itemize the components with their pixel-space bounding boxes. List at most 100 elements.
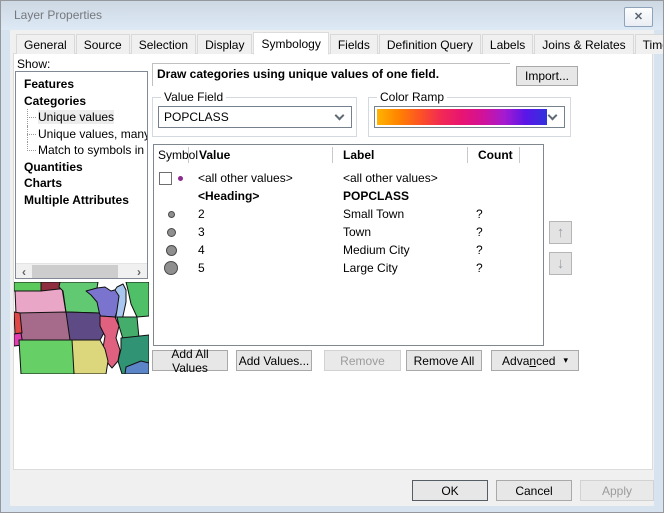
column-header-value[interactable]: Value [188,147,332,163]
map-state [66,312,105,340]
symbol-dot[interactable] [167,228,176,237]
all-other-values-checkbox[interactable] [159,172,172,185]
value-field-combo[interactable]: POPCLASS [158,106,352,128]
label-cell: Medium City [332,243,467,257]
chevron-down-icon [548,110,558,120]
count-cell: ? [467,261,519,275]
tree-item-categories[interactable]: Categories [16,93,147,110]
tab-definition-query[interactable]: Definition Query [379,34,481,54]
advanced-button[interactable]: Advanced ▾ [491,350,579,371]
ok-button[interactable]: OK [412,480,488,501]
titlebar[interactable]: Layer Properties ✕ [1,1,663,30]
close-icon: ✕ [634,12,643,23]
scroll-left-icon[interactable]: ‹ [16,264,32,279]
label-cell: Small Town [332,207,467,221]
show-label: Show: [17,57,50,71]
table-row[interactable]: 4 Medium City ? [154,241,543,259]
symbology-method-list: Features Categories Unique values Unique… [15,71,148,279]
tab-labels[interactable]: Labels [482,34,533,54]
tree-item-charts[interactable]: Charts [16,175,147,192]
map-state [14,282,42,291]
scroll-right-icon[interactable]: › [131,264,147,279]
tab-source[interactable]: Source [76,34,130,54]
column-header-spacer [519,147,543,163]
tree-item-quantities[interactable]: Quantities [16,159,147,176]
remove-all-button[interactable]: Remove All [406,350,482,371]
label-cell: Large City [332,261,467,275]
value-cell: 3 [188,225,332,239]
move-up-button[interactable]: ↑ [549,221,572,244]
map-state [117,317,139,339]
table-row[interactable]: <Heading> POPCLASS [154,187,543,205]
symbol-dot[interactable] [164,261,178,275]
add-values-button[interactable]: Add Values... [236,350,312,371]
tree-item-unique-values[interactable]: Unique values [16,109,147,126]
value-cell: 2 [188,207,332,221]
chevron-down-icon [335,110,345,120]
table-row[interactable]: 3 Town ? [154,223,543,241]
value-field-label: Value Field [161,90,226,104]
tree-horizontal-scrollbar[interactable]: ‹ › [16,263,147,278]
color-ramp-label: Color Ramp [377,90,447,104]
tab-display[interactable]: Display [197,34,252,54]
all-other-symbol-dot[interactable] [178,176,183,181]
tree-item-match-to-symbols[interactable]: Match to symbols in a [16,142,147,159]
tab-symbology[interactable]: Symbology [253,32,328,55]
advanced-label: Adva [502,354,529,368]
add-all-values-button[interactable]: Add All Values [152,350,228,371]
map-state [15,288,66,314]
show-tree: Features Categories Unique values Unique… [16,72,147,208]
symbol-dot[interactable] [166,245,177,256]
advanced-label: ced [536,354,555,368]
color-ramp-combo[interactable] [374,106,565,128]
column-header-count[interactable]: Count [467,147,519,163]
tab-joins-relates[interactable]: Joins & Relates [534,34,633,54]
tab-general[interactable]: General [16,34,75,54]
map-state [70,340,108,374]
value-cell: <Heading> [188,189,332,203]
tab-strip: General Source Selection Display Symbolo… [16,31,664,54]
cancel-button[interactable]: Cancel [496,480,572,501]
table-body: <all other values> <all other values> <H… [154,165,543,277]
table-row[interactable]: <all other values> <all other values> [154,169,543,187]
column-header-symbol[interactable]: Symbol [154,147,188,163]
close-button[interactable]: ✕ [624,7,653,27]
tab-selection[interactable]: Selection [131,34,196,54]
apply-button[interactable]: Apply [580,480,654,501]
table-row[interactable]: 5 Large City ? [154,259,543,277]
value-cell: 5 [188,261,332,275]
map-state [16,312,71,340]
remove-button[interactable]: Remove [324,350,401,371]
tree-item-unique-values-many[interactable]: Unique values, many [16,126,147,143]
tab-time[interactable]: Time [635,34,664,54]
label-cell: POPCLASS [332,189,467,203]
move-down-button[interactable]: ↓ [549,252,572,275]
map-state [126,282,149,317]
layer-properties-dialog: Layer Properties ✕ General Source Select… [0,0,664,513]
color-ramp-gradient [377,109,547,125]
count-cell: ? [467,243,519,257]
method-description: Draw categories using unique values of o… [157,67,439,81]
map-state [19,340,74,374]
tree-item-multiple-attributes[interactable]: Multiple Attributes [16,192,147,209]
label-cell: Town [332,225,467,239]
column-header-label[interactable]: Label [332,147,467,163]
arrow-up-icon: ↑ [557,225,565,240]
tab-fields[interactable]: Fields [330,34,378,54]
count-cell: ? [467,225,519,239]
value-cell: 4 [188,243,332,257]
tree-item-features[interactable]: Features [16,76,147,93]
import-button[interactable]: Import... [516,66,578,86]
count-cell: ? [467,207,519,221]
symbol-dot[interactable] [168,211,175,218]
scroll-thumb[interactable] [32,265,118,278]
dropdown-arrow-icon: ▾ [563,355,568,366]
label-cell: <all other values> [332,171,467,185]
unique-values-table: Symbol Value Label Count <all other valu… [153,144,544,346]
value-field-value: POPCLASS [159,110,336,124]
value-cell: <all other values> [188,171,332,185]
table-header: Symbol Value Label Count [154,145,543,165]
advanced-label: n [529,354,536,368]
window-title: Layer Properties [14,8,102,22]
table-row[interactable]: 2 Small Town ? [154,205,543,223]
